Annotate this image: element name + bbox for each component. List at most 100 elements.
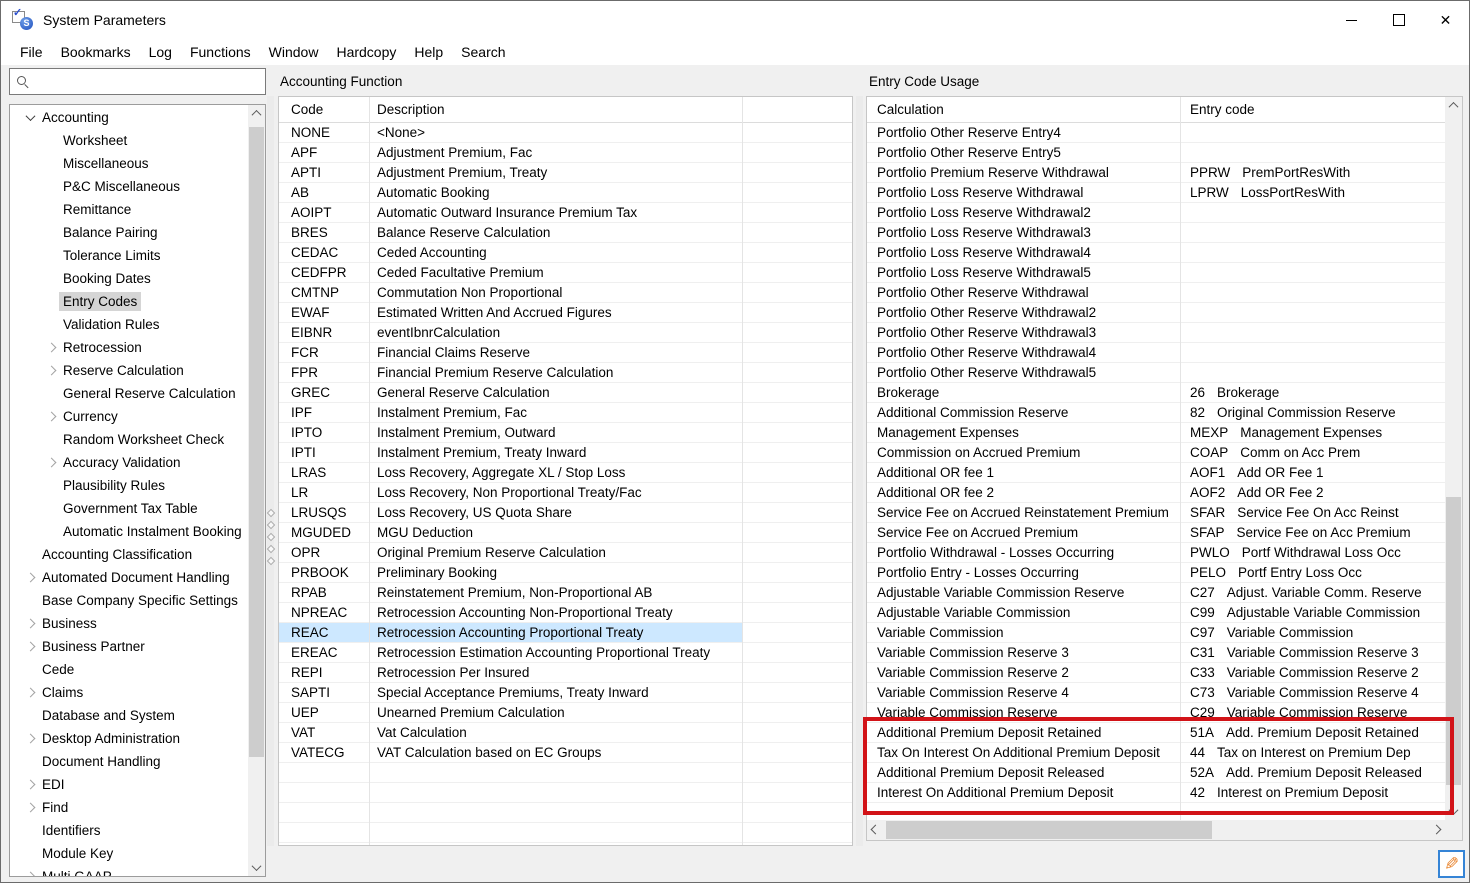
search-input[interactable] <box>30 69 265 94</box>
usage-row-portfolio-entry-losses-occurring[interactable]: Portfolio Entry - Losses OccurringPELOPo… <box>867 563 1445 583</box>
usage-row-additional-or-fee-1[interactable]: Additional OR fee 1AOF1Add OR Fee 1 <box>867 463 1445 483</box>
menu-item-functions[interactable]: Functions <box>181 41 260 63</box>
usage-scroll-up-button[interactable] <box>1445 97 1462 114</box>
sidebar-item-booking-dates[interactable]: Booking Dates <box>10 267 248 290</box>
menu-item-file[interactable]: File <box>11 41 52 63</box>
menu-item-hardcopy[interactable]: Hardcopy <box>327 41 405 63</box>
sidebar-item-identifiers[interactable]: Identifiers <box>10 819 248 842</box>
usage-row-portfolio-other-reserve-withdrawal3[interactable]: Portfolio Other Reserve Withdrawal3 <box>867 323 1445 343</box>
left-splitter[interactable] <box>267 96 274 846</box>
function-row-uep[interactable]: UEPUnearned Premium Calculation <box>279 703 852 723</box>
function-row-ipto[interactable]: IPTOInstalment Premium, Outward <box>279 423 852 443</box>
usage-row-adjustable-variable-commission[interactable]: Adjustable Variable CommissionC99Adjusta… <box>867 603 1445 623</box>
tree-scrollbar[interactable] <box>248 105 265 876</box>
sidebar-item-accounting-classification[interactable]: Accounting Classification <box>10 543 248 566</box>
function-row-apf[interactable]: APFAdjustment Premium, Fac <box>279 143 852 163</box>
function-row-reac[interactable]: REACRetrocession Accounting Proportional… <box>279 623 852 643</box>
usage-row-commission-on-accrued-premium[interactable]: Commission on Accrued PremiumCOAPComm on… <box>867 443 1445 463</box>
usage-row-portfolio-loss-reserve-withdrawal4[interactable]: Portfolio Loss Reserve Withdrawal4 <box>867 243 1445 263</box>
usage-scroll-down-button[interactable] <box>1445 803 1462 820</box>
sidebar-item-module-key[interactable]: Module Key <box>10 842 248 865</box>
menu-item-search[interactable]: Search <box>452 41 514 63</box>
usage-row-portfolio-loss-reserve-withdrawal[interactable]: Portfolio Loss Reserve WithdrawalLPRWLos… <box>867 183 1445 203</box>
menu-item-bookmarks[interactable]: Bookmarks <box>52 41 140 63</box>
usage-row-portfolio-withdrawal-losses-occurring[interactable]: Portfolio Withdrawal - Losses OccurringP… <box>867 543 1445 563</box>
usage-horizontal-scrollbar[interactable] <box>867 820 1445 840</box>
right-splitter[interactable] <box>856 96 863 846</box>
sidebar-item-accounting[interactable]: Accounting <box>10 106 248 129</box>
sidebar-item-accuracy-validation[interactable]: Accuracy Validation <box>10 451 248 474</box>
usage-row-tax-on-interest-on-additional-premium-deposit[interactable]: Tax On Interest On Additional Premium De… <box>867 743 1445 763</box>
column-header-code[interactable]: Code <box>279 102 369 117</box>
function-row-lr[interactable]: LRLoss Recovery, Non Proportional Treaty… <box>279 483 852 503</box>
usage-row-service-fee-on-accrued-reinstatement-premium[interactable]: Service Fee on Accrued Reinstatement Pre… <box>867 503 1445 523</box>
usage-row-variable-commission-reserve-4[interactable]: Variable Commission Reserve 4C73Variable… <box>867 683 1445 703</box>
sidebar-item-desktop-administration[interactable]: Desktop Administration <box>10 727 248 750</box>
minimize-button[interactable] <box>1328 1 1375 39</box>
sidebar-item-random-worksheet-check[interactable]: Random Worksheet Check <box>10 428 248 451</box>
usage-row-additional-commission-reserve[interactable]: Additional Commission Reserve82Original … <box>867 403 1445 423</box>
function-row-repi[interactable]: REPIRetrocession Per Insured <box>279 663 852 683</box>
sidebar-item-government-tax-table[interactable]: Government Tax Table <box>10 497 248 520</box>
function-row-sapti[interactable]: SAPTISpecial Acceptance Premiums, Treaty… <box>279 683 852 703</box>
sidebar-item-currency[interactable]: Currency <box>10 405 248 428</box>
function-row-fpr[interactable]: FPRFinancial Premium Reserve Calculation <box>279 363 852 383</box>
sidebar-item-validation-rules[interactable]: Validation Rules <box>10 313 248 336</box>
sidebar-item-multi-gaap[interactable]: Multi GAAP <box>10 865 248 876</box>
function-row-npreac[interactable]: NPREACRetrocession Accounting Non-Propor… <box>279 603 852 623</box>
usage-row-portfolio-loss-reserve-withdrawal5[interactable]: Portfolio Loss Reserve Withdrawal5 <box>867 263 1445 283</box>
sidebar-item-general-reserve-calculation[interactable]: General Reserve Calculation <box>10 382 248 405</box>
usage-row-portfolio-other-reserve-withdrawal4[interactable]: Portfolio Other Reserve Withdrawal4 <box>867 343 1445 363</box>
usage-vscrollbar-thumb[interactable] <box>1446 497 1461 785</box>
usage-hscrollbar-thumb[interactable] <box>886 821 1212 839</box>
sidebar-item-tolerance-limits[interactable]: Tolerance Limits <box>10 244 248 267</box>
sidebar-item-base-company-specific-settings[interactable]: Base Company Specific Settings <box>10 589 248 612</box>
function-row-bres[interactable]: BRESBalance Reserve Calculation <box>279 223 852 243</box>
usage-row-interest-on-additional-premium-deposit[interactable]: Interest On Additional Premium Deposit42… <box>867 783 1445 803</box>
usage-row-additional-or-fee-2[interactable]: Additional OR fee 2AOF2Add OR Fee 2 <box>867 483 1445 503</box>
usage-row-brokerage[interactable]: Brokerage26Brokerage <box>867 383 1445 403</box>
function-row-fcr[interactable]: FCRFinancial Claims Reserve <box>279 343 852 363</box>
menu-item-log[interactable]: Log <box>140 41 181 63</box>
sidebar-item-claims[interactable]: Claims <box>10 681 248 704</box>
sidebar-item-p-c-miscellaneous[interactable]: P&C Miscellaneous <box>10 175 248 198</box>
column-header-calculation[interactable]: Calculation <box>867 102 1180 117</box>
close-button[interactable]: ✕ <box>1422 1 1469 39</box>
menu-item-help[interactable]: Help <box>405 41 452 63</box>
usage-row-portfolio-loss-reserve-withdrawal3[interactable]: Portfolio Loss Reserve Withdrawal3 <box>867 223 1445 243</box>
usage-row-portfolio-other-reserve-entry5[interactable]: Portfolio Other Reserve Entry5 <box>867 143 1445 163</box>
sidebar-item-plausibility-rules[interactable]: Plausibility Rules <box>10 474 248 497</box>
function-row-ewaf[interactable]: EWAFEstimated Written And Accrued Figure… <box>279 303 852 323</box>
function-row-opr[interactable]: OPROriginal Premium Reserve Calculation <box>279 543 852 563</box>
sidebar-item-retrocession[interactable]: Retrocession <box>10 336 248 359</box>
function-row-apti[interactable]: APTIAdjustment Premium, Treaty <box>279 163 852 183</box>
usage-row-additional-premium-deposit-retained[interactable]: Additional Premium Deposit Retained51AAd… <box>867 723 1445 743</box>
function-row-prbook[interactable]: PRBOOKPreliminary Booking <box>279 563 852 583</box>
sidebar-item-worksheet[interactable]: Worksheet <box>10 129 248 152</box>
usage-row-portfolio-other-reserve-withdrawal[interactable]: Portfolio Other Reserve Withdrawal <box>867 283 1445 303</box>
usage-row-variable-commission-reserve-3[interactable]: Variable Commission Reserve 3C31Variable… <box>867 643 1445 663</box>
sidebar-item-cede[interactable]: Cede <box>10 658 248 681</box>
sidebar-item-document-handling[interactable]: Document Handling <box>10 750 248 773</box>
function-row-eibnr[interactable]: EIBNReventIbnrCalculation <box>279 323 852 343</box>
function-row-lras[interactable]: LRASLoss Recovery, Aggregate XL / Stop L… <box>279 463 852 483</box>
usage-row-variable-commission-reserve-2[interactable]: Variable Commission Reserve 2C33Variable… <box>867 663 1445 683</box>
function-row-rpab[interactable]: RPABReinstatement Premium, Non-Proportio… <box>279 583 852 603</box>
usage-scroll-right-button[interactable] <box>1428 821 1445 838</box>
function-row-cmtnp[interactable]: CMTNPCommutation Non Proportional <box>279 283 852 303</box>
function-row-cedfpr[interactable]: CEDFPRCeded Facultative Premium <box>279 263 852 283</box>
function-row-ereac[interactable]: EREACRetrocession Estimation Accounting … <box>279 643 852 663</box>
sidebar-item-automated-document-handling[interactable]: Automated Document Handling <box>10 566 248 589</box>
usage-row-portfolio-other-reserve-entry4[interactable]: Portfolio Other Reserve Entry4 <box>867 123 1445 143</box>
tree-scrollbar-thumb[interactable] <box>249 127 264 757</box>
usage-row-service-fee-on-accrued-premium[interactable]: Service Fee on Accrued PremiumSFAPServic… <box>867 523 1445 543</box>
function-row-ab[interactable]: ABAutomatic Booking <box>279 183 852 203</box>
usage-row-adjustable-variable-commission-reserve[interactable]: Adjustable Variable Commission ReserveC2… <box>867 583 1445 603</box>
usage-row-portfolio-other-reserve-withdrawal5[interactable]: Portfolio Other Reserve Withdrawal5 <box>867 363 1445 383</box>
sidebar-item-miscellaneous[interactable]: Miscellaneous <box>10 152 248 175</box>
usage-vertical-scrollbar[interactable] <box>1445 97 1462 820</box>
sidebar-item-entry-codes[interactable]: Entry Codes <box>10 290 248 313</box>
sidebar-item-balance-pairing[interactable]: Balance Pairing <box>10 221 248 244</box>
function-row-lrusqs[interactable]: LRUSQSLoss Recovery, US Quota Share <box>279 503 852 523</box>
sidebar-item-business-partner[interactable]: Business Partner <box>10 635 248 658</box>
